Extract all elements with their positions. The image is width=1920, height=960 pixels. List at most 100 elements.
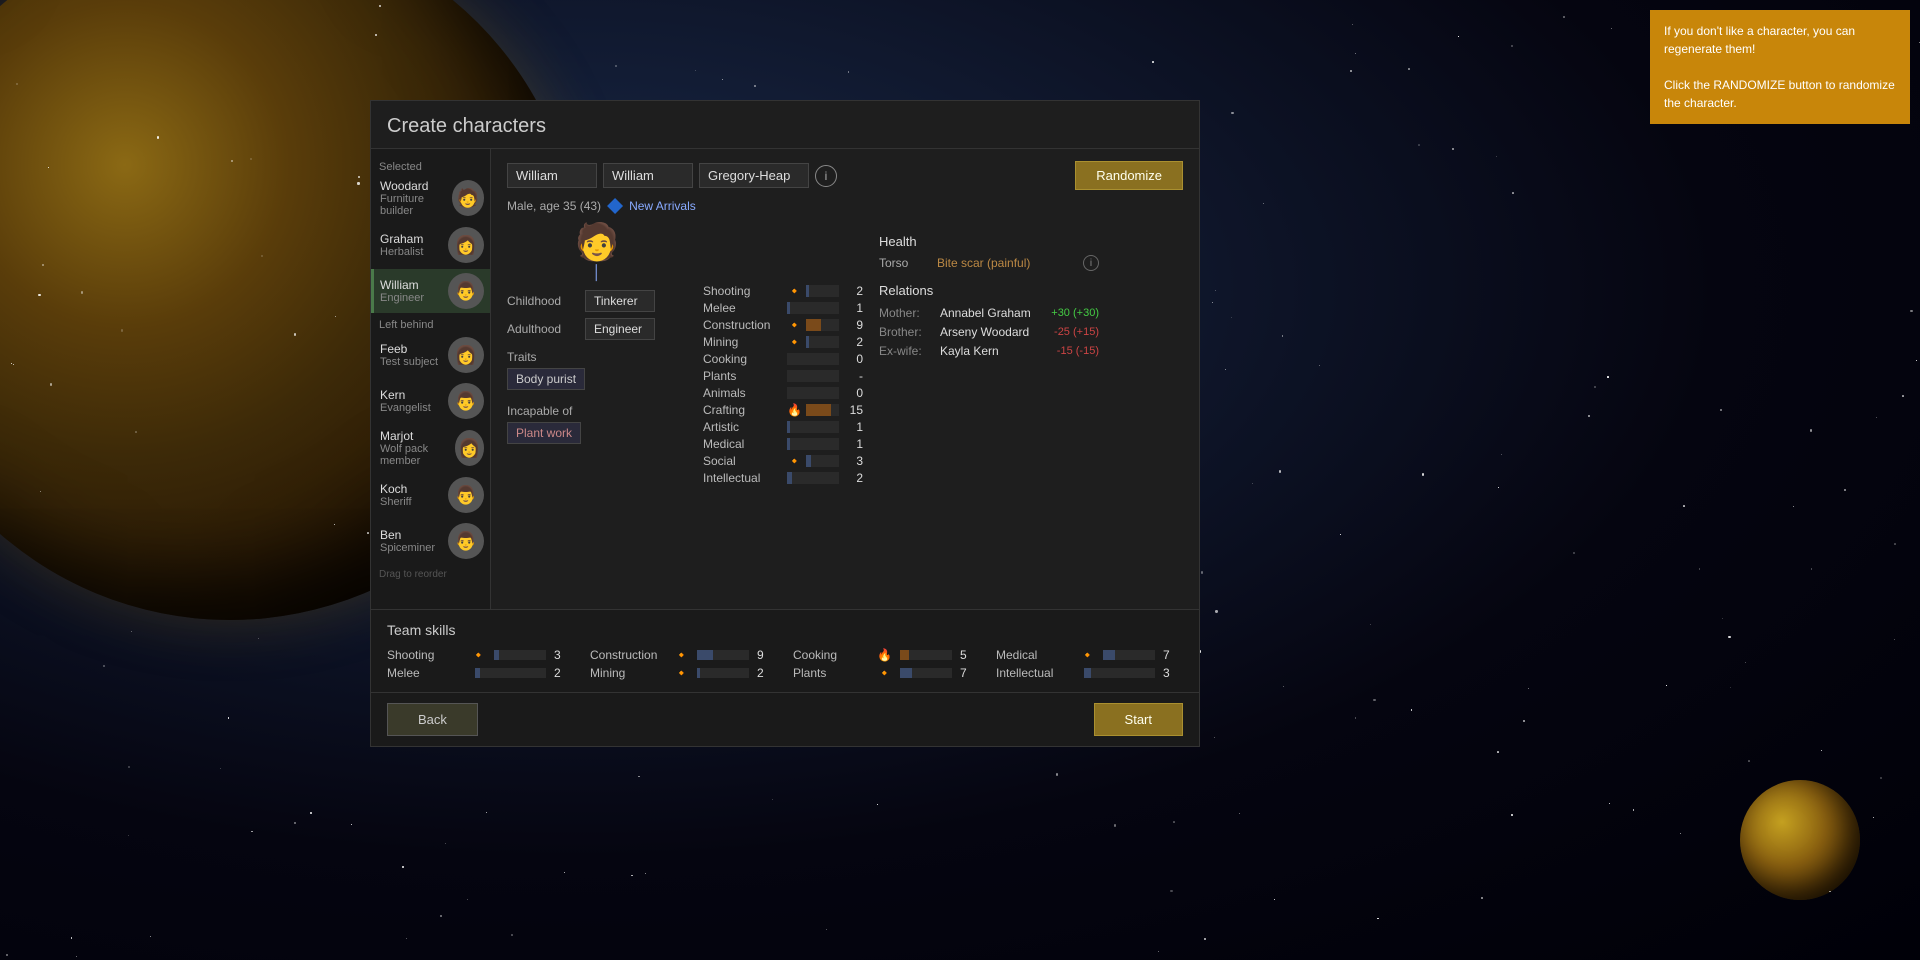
first-name-input[interactable]	[507, 163, 597, 188]
relation-type-exwife: Ex-wife:	[879, 344, 934, 358]
char-card-koch[interactable]: Koch Sheriff 👨	[371, 473, 490, 517]
ts-bar	[697, 650, 749, 660]
ts-flame-icon: 🔥	[877, 648, 892, 662]
info-button[interactable]: i	[815, 165, 837, 187]
skill-name: Intellectual	[703, 471, 783, 485]
skill-value: 2	[843, 284, 863, 298]
skill-row-mining: Mining 🔸 2	[703, 335, 863, 349]
ts-skill-value: 3	[554, 648, 574, 662]
avatar-kern: 👨	[448, 383, 484, 419]
char-card-graham[interactable]: Graham Herbalist 👩	[371, 223, 490, 267]
relation-score-brother: -25 (+15)	[1054, 326, 1099, 338]
ts-skill-value: 7	[1163, 648, 1183, 662]
team-skill-medical: Medical 🔸 7	[996, 648, 1183, 662]
incapable-label: Incapable of	[507, 404, 687, 418]
relation-name-exwife: Kayla Kern	[940, 344, 1051, 358]
ts-flame-icon: 🔸	[674, 648, 689, 662]
dialog-footer: Back Start	[371, 692, 1199, 746]
skill-value: 1	[843, 420, 863, 434]
main-content: i Randomize Male, age 35 (43) New Arriva…	[491, 149, 1199, 609]
skill-bar	[787, 353, 839, 365]
team-skill-mining: Mining 🔸 2	[590, 666, 777, 680]
ts-flame-icon: 🔸	[674, 666, 689, 680]
skill-name: Medical	[703, 437, 783, 451]
skill-value: 0	[843, 386, 863, 400]
nick-name-input[interactable]	[603, 163, 693, 188]
relation-mother: Mother: Annabel Graham +30 (+30)	[879, 306, 1099, 320]
ts-bar-fill	[900, 668, 912, 678]
ts-bar	[697, 668, 749, 678]
char-card-william[interactable]: William Engineer 👨	[371, 269, 490, 313]
skill-bar	[806, 285, 839, 297]
avatar-marjot: 👩	[455, 430, 484, 466]
char-card-woodard[interactable]: Woodard Furniture builder 🧑	[371, 175, 490, 221]
ts-bar	[900, 650, 952, 660]
health-section: Health Torso Bite scar (painful) i	[879, 234, 1099, 271]
health-relations-area: Health Torso Bite scar (painful) i Relat…	[879, 234, 1099, 488]
skill-bar-fill	[806, 404, 831, 416]
adulthood-label: Adulthood	[507, 322, 577, 336]
char-card-feeb[interactable]: Feeb Test subject 👩	[371, 333, 490, 377]
skill-value: 9	[843, 318, 863, 332]
char-sprite-head: 🧑	[575, 224, 620, 260]
skill-name: Animals	[703, 386, 783, 400]
skill-row-animals: Animals 0	[703, 386, 863, 400]
skill-value: 15	[843, 403, 863, 417]
selected-label: Selected	[371, 157, 490, 175]
randomize-button[interactable]: Randomize	[1075, 161, 1183, 190]
start-button[interactable]: Start	[1094, 703, 1183, 736]
trait-body-purist[interactable]: Body purist	[507, 368, 585, 390]
char-sprite-body: │	[575, 264, 620, 280]
skill-row-shooting: Shooting 🔸 2	[703, 284, 863, 298]
team-skills-title: Team skills	[387, 622, 1183, 638]
ts-skill-value: 3	[1163, 666, 1183, 680]
team-skill-plants: Plants 🔸 7	[793, 666, 980, 680]
ts-bar	[1084, 668, 1155, 678]
drag-hint: Drag to reorder	[371, 565, 490, 584]
last-name-input[interactable]	[699, 163, 809, 188]
ts-flame-icon: 🔸	[471, 648, 486, 662]
char-card-kern[interactable]: Kern Evangelist 👨	[371, 379, 490, 423]
ts-flame-icon: 🔸	[1080, 648, 1095, 662]
ts-skill-name: Shooting	[387, 648, 467, 662]
char-card-ben[interactable]: Ben Spiceminer 👨	[371, 519, 490, 563]
char-card-marjot[interactable]: Marjot Wolf pack member 👩	[371, 425, 490, 471]
skill-value: 2	[843, 471, 863, 485]
skill-flame-icon: 🔸	[787, 318, 802, 332]
bio-row: Male, age 35 (43) New Arrivals	[507, 198, 1183, 214]
team-skills-section: Team skills Shooting 🔸 3 Construction 🔸 …	[371, 609, 1199, 692]
ts-bar-fill	[697, 650, 713, 660]
skill-bar-fill	[806, 455, 811, 467]
back-button[interactable]: Back	[387, 703, 478, 736]
char-name-koch: Koch	[380, 482, 412, 496]
skill-name: Cooking	[703, 352, 783, 366]
ts-skill-name: Cooking	[793, 648, 873, 662]
ts-skill-name: Mining	[590, 666, 670, 680]
skill-value: 1	[843, 301, 863, 315]
skill-bar	[787, 421, 839, 433]
health-info-icon[interactable]: i	[1083, 255, 1099, 271]
relation-type-brother: Brother:	[879, 325, 934, 339]
char-name-kern: Kern	[380, 388, 431, 402]
char-name-woodard: Woodard	[380, 179, 452, 193]
ts-bar	[900, 668, 952, 678]
body-part-torso: Torso	[879, 256, 929, 270]
faction-icon	[607, 198, 623, 214]
char-role-koch: Sheriff	[380, 496, 412, 508]
skill-bar	[806, 404, 839, 416]
ts-bar-fill	[1103, 650, 1115, 660]
dialog-body: Selected Woodard Furniture builder 🧑 Gra…	[371, 149, 1199, 609]
skill-value: 3	[843, 454, 863, 468]
ts-bar-fill	[494, 650, 499, 660]
skill-flame-icon: 🔥	[787, 403, 802, 417]
char-name-feeb: Feeb	[380, 342, 438, 356]
skill-bar-fill	[787, 472, 792, 484]
ts-flame-icon: 🔸	[877, 666, 892, 680]
skill-bar	[787, 387, 839, 399]
skill-bar-fill	[806, 336, 809, 348]
char-role-woodard: Furniture builder	[380, 193, 452, 217]
incapable-plant-work: Plant work	[507, 422, 581, 444]
ts-skill-value: 9	[757, 648, 777, 662]
details-area: 🧑 │ Childhood Tinkerer Adulthood Enginee…	[507, 224, 1183, 488]
ts-bar	[1103, 650, 1155, 660]
